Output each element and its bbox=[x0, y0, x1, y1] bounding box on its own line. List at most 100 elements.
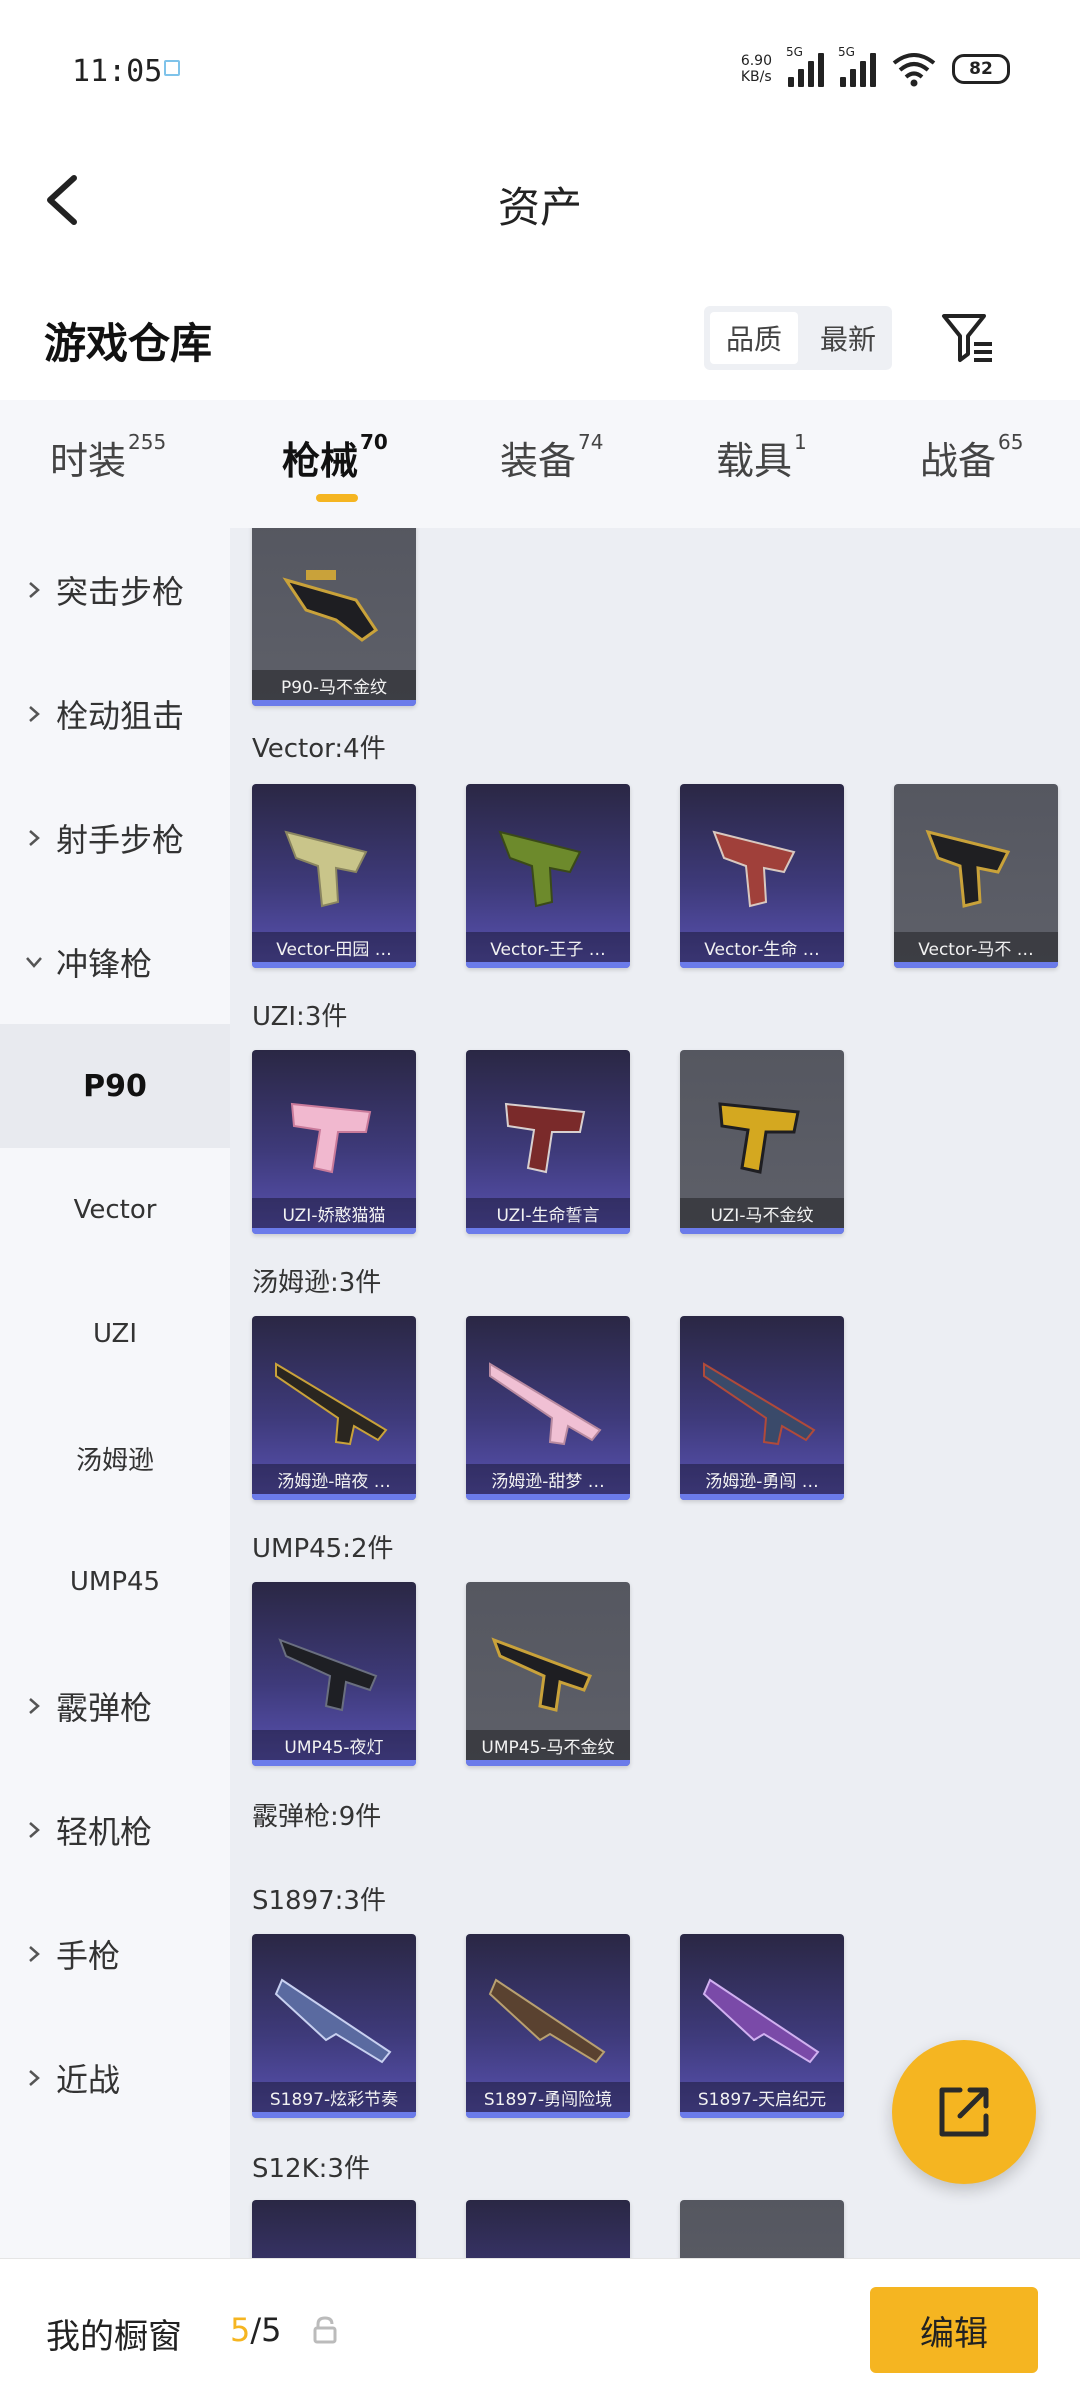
filter-icon[interactable] bbox=[940, 310, 996, 366]
weapon-card-name: UZI-娇憨猫猫 bbox=[252, 1198, 416, 1228]
rarity-stripe bbox=[252, 1494, 416, 1500]
sidebar-subitem-vector[interactable]: Vector bbox=[0, 1148, 230, 1272]
sort-quality-button[interactable]: 品质 bbox=[710, 312, 798, 364]
weapon-card-name: Vector-王子 … bbox=[466, 932, 630, 962]
group-label-shotgun: 霰弹枪:9件 bbox=[252, 1802, 382, 1832]
weapon-skin-image bbox=[284, 830, 368, 908]
weapon-card-name: P90-马不金纹 bbox=[252, 670, 416, 700]
weapon-skin-image bbox=[712, 830, 796, 908]
warehouse-title: 游戏仓库 bbox=[44, 319, 213, 368]
battery-icon: 82 bbox=[952, 54, 1010, 84]
warehouse-bar: 游戏仓库 品质 最新 bbox=[0, 270, 1080, 400]
sidebar-subitem-uzi[interactable]: UZI bbox=[0, 1272, 230, 1396]
weapon-card[interactable] bbox=[680, 2200, 844, 2258]
chevron-right-icon bbox=[29, 582, 40, 598]
sidebar-item-shotgun[interactable]: 霰弹枪 bbox=[0, 1644, 230, 1768]
weapon-card[interactable]: UZI-马不金纹 bbox=[680, 1050, 844, 1234]
wifi-icon bbox=[892, 53, 936, 87]
sidebar-item-bolt-sniper[interactable]: 栓动狙击 bbox=[0, 652, 230, 776]
rarity-stripe bbox=[894, 962, 1058, 968]
tab-equipment[interactable]: 装备 74 bbox=[500, 430, 603, 510]
showcase-count: 5/5 bbox=[230, 2311, 282, 2349]
weapon-card[interactable]: Vector-王子 … bbox=[466, 784, 630, 968]
group-label-thompson: 汤姆逊:3件 bbox=[252, 1268, 382, 1298]
rarity-stripe bbox=[466, 962, 630, 968]
group-label-ump45: UMP45:2件 bbox=[252, 1534, 394, 1564]
weapon-card-name: S1897-炫彩节奏 bbox=[252, 2082, 416, 2112]
tab-vehicles[interactable]: 载具 1 bbox=[716, 430, 807, 510]
weapon-skin-image bbox=[703, 1362, 816, 1446]
weapon-card[interactable]: 汤姆逊-暗夜 … bbox=[252, 1316, 416, 1500]
tab-active-indicator bbox=[316, 494, 358, 502]
weapon-card[interactable]: P90-马不金纹 bbox=[252, 528, 416, 706]
sidebar-item-smg[interactable]: 冲锋枪 bbox=[0, 900, 230, 1024]
weapon-card-name: S1897-天启纪元 bbox=[680, 2082, 844, 2112]
edit-button[interactable]: 编辑 bbox=[870, 2287, 1038, 2373]
weapon-skin-image bbox=[489, 1362, 602, 1446]
sidebar-item-pistol[interactable]: 手枪 bbox=[0, 1892, 230, 2016]
weapon-card[interactable]: 汤姆逊-勇闯 … bbox=[680, 1316, 844, 1500]
weapon-card-name: Vector-马不 … bbox=[894, 932, 1058, 962]
app-header: 资产 bbox=[0, 130, 1080, 270]
weapon-card[interactable]: Vector-田园 … bbox=[252, 784, 416, 968]
weapon-card[interactable]: Vector-马不 … bbox=[894, 784, 1058, 968]
status-bar: 11:05 6.90 KB/s 5G 5G 82 bbox=[0, 0, 1080, 130]
weapon-skin-image bbox=[718, 1102, 800, 1174]
showcase-label: 我的橱窗 bbox=[46, 2317, 182, 2357]
weapon-card[interactable]: UZI-生命誓言 bbox=[466, 1050, 630, 1234]
sidebar-subitem-thompson[interactable]: 汤姆逊 bbox=[0, 1396, 230, 1520]
group-label-s12k: S12K:3件 bbox=[252, 2154, 370, 2184]
weapon-card-name: 汤姆逊-甜梦 … bbox=[466, 1464, 630, 1494]
weapon-card[interactable]: S1897-炫彩节奏 bbox=[252, 1934, 416, 2118]
rarity-stripe bbox=[466, 1494, 630, 1500]
sidebar-subitem-p90[interactable]: P90 bbox=[0, 1024, 230, 1148]
weapon-skin-image bbox=[488, 1978, 606, 2064]
network-speed: 6.90 KB/s bbox=[740, 53, 772, 85]
weapon-card-name: 汤姆逊-勇闯 … bbox=[680, 1464, 844, 1494]
tab-gear[interactable]: 战备 65 bbox=[920, 430, 1023, 510]
sidebar-item-melee[interactable]: 近战 bbox=[0, 2016, 230, 2140]
rarity-stripe bbox=[680, 2112, 844, 2118]
group-label-uzi: UZI:3件 bbox=[252, 1002, 348, 1032]
weapon-skin-image bbox=[925, 829, 1011, 908]
weapon-card[interactable]: UMP45-马不金纹 bbox=[466, 1582, 630, 1766]
rarity-stripe bbox=[252, 2112, 416, 2118]
weapon-card-name: Vector-田园 … bbox=[252, 932, 416, 962]
sidebar-item-assault-rifle[interactable]: 突击步枪 bbox=[0, 528, 230, 652]
weapon-card[interactable] bbox=[252, 2200, 416, 2258]
signal-icon-2: 5G bbox=[838, 45, 876, 87]
chevron-down-icon bbox=[26, 957, 42, 968]
weapon-card[interactable]: Vector-生命 … bbox=[680, 784, 844, 968]
weapon-card[interactable]: S1897-勇闯险境 bbox=[466, 1934, 630, 2118]
page-title: 资产 bbox=[497, 183, 582, 232]
weapon-card[interactable]: 汤姆逊-甜梦 … bbox=[466, 1316, 630, 1500]
chevron-right-icon bbox=[29, 1946, 40, 1962]
lock-icon bbox=[313, 2316, 337, 2344]
rarity-stripe bbox=[466, 2112, 630, 2118]
sidebar-item-marksman-rifle[interactable]: 射手步枪 bbox=[0, 776, 230, 900]
weapon-type-sidebar: 突击步枪 栓动狙击 射手步枪 冲锋枪 P90 Vector UZI 汤姆逊 UM… bbox=[0, 528, 230, 2258]
rarity-stripe bbox=[252, 1760, 416, 1766]
weapon-skin-image bbox=[274, 1978, 392, 2064]
weapon-card-name: S1897-勇闯险境 bbox=[466, 2082, 630, 2112]
weapon-card-name: UZI-生命誓言 bbox=[466, 1198, 630, 1228]
sidebar-subitem-ump45[interactable]: UMP45 bbox=[0, 1520, 230, 1644]
weapon-skin-grid: P90-马不金纹 Vector:4件 Vector-田园 … Vector-王子… bbox=[230, 528, 1080, 2258]
chevron-right-icon bbox=[29, 1698, 40, 1714]
weapon-card-name: Vector-生命 … bbox=[680, 932, 844, 962]
share-fab-button[interactable] bbox=[892, 2040, 1036, 2184]
chevron-right-icon bbox=[29, 706, 40, 722]
weapon-card[interactable]: S1897-天启纪元 bbox=[680, 1934, 844, 2118]
sidebar-item-lmg[interactable]: 轻机枪 bbox=[0, 1768, 230, 1892]
chevron-right-icon bbox=[29, 2070, 40, 2086]
category-tabs: 时装 255 枪械 70 装备 74 载具 1 战备 65 bbox=[0, 400, 1080, 528]
signal-icon: 5G bbox=[786, 45, 824, 87]
weapon-card[interactable]: UMP45-夜灯 bbox=[252, 1582, 416, 1766]
showcase-bar: 我的橱窗 5/5 编辑 bbox=[0, 2258, 1080, 2400]
tab-fashion[interactable]: 时装 255 bbox=[50, 430, 166, 510]
weapon-card-name: UZI-马不金纹 bbox=[680, 1198, 844, 1228]
chevron-right-icon bbox=[29, 1822, 40, 1838]
sort-newest-button[interactable]: 最新 bbox=[804, 306, 892, 370]
weapon-card[interactable] bbox=[466, 2200, 630, 2258]
weapon-card[interactable]: UZI-娇憨猫猫 bbox=[252, 1050, 416, 1234]
